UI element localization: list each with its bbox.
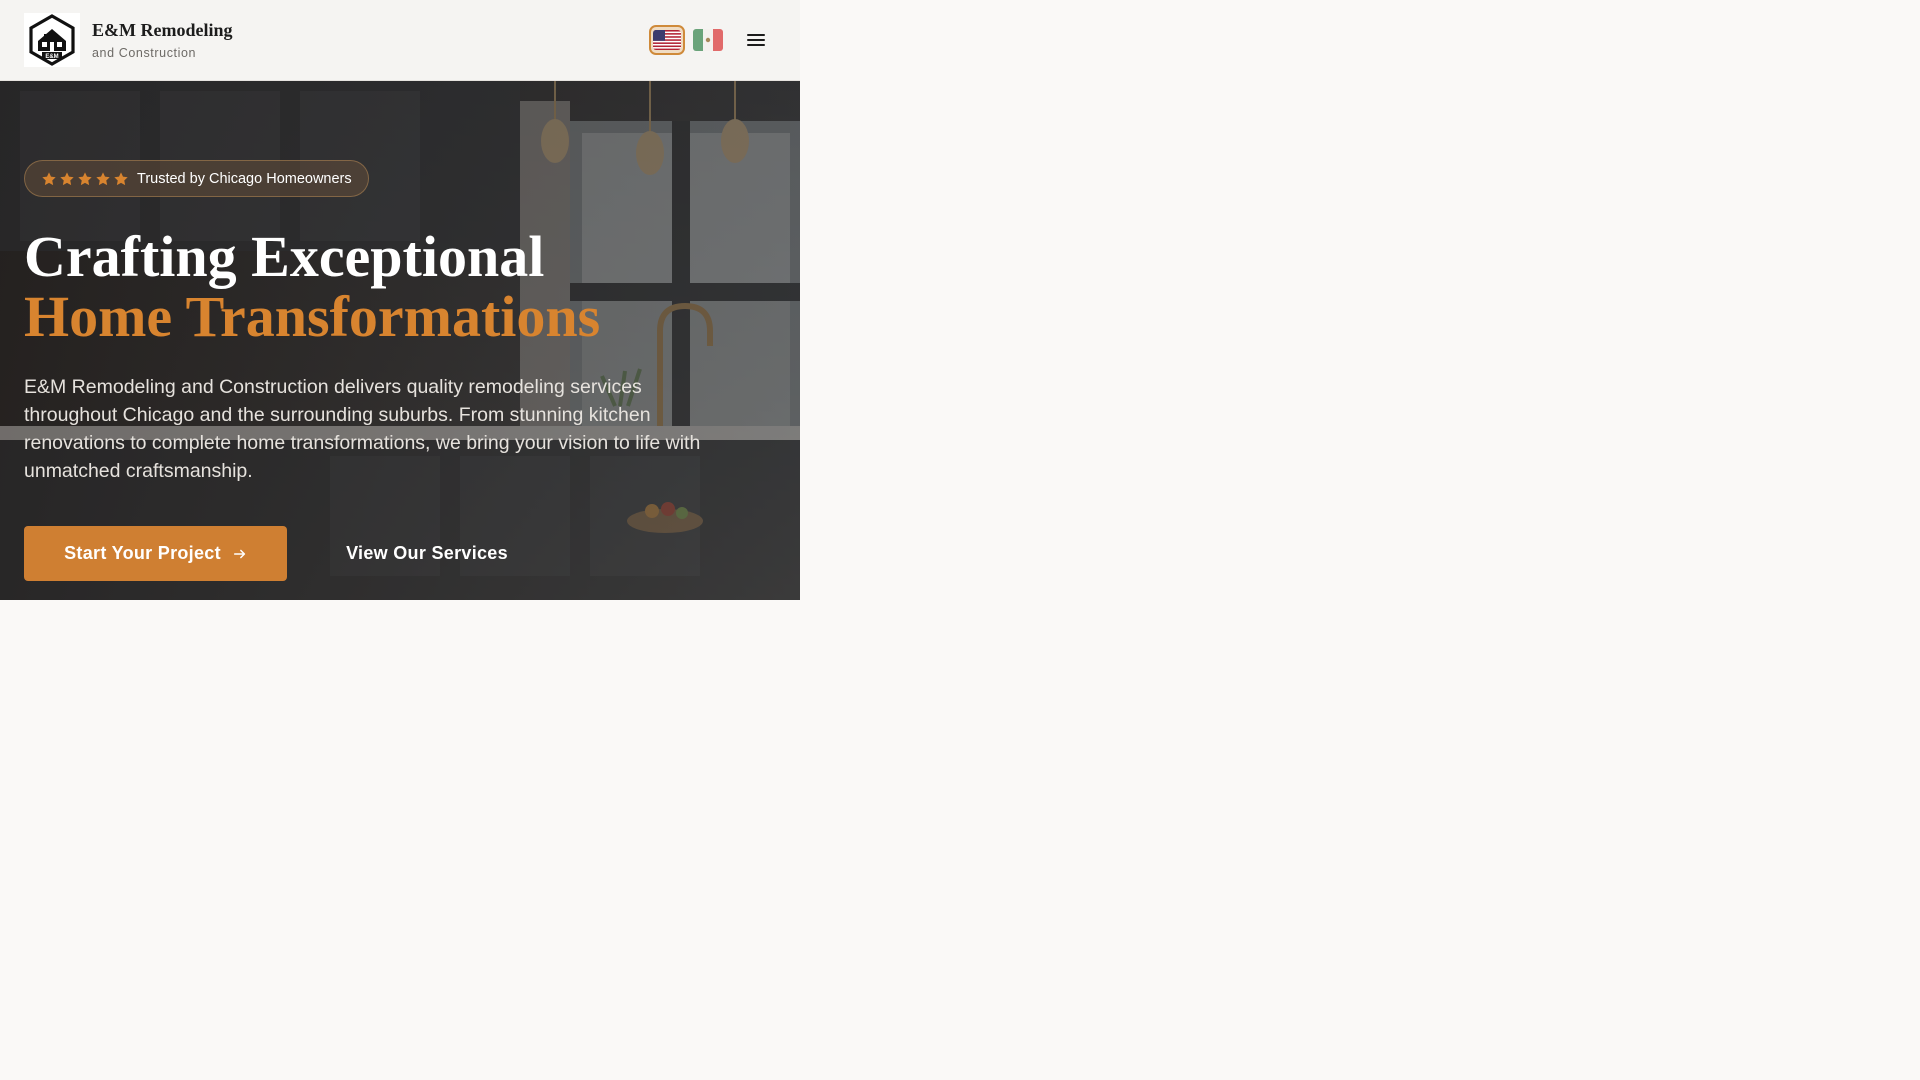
hero-description: E&M Remodeling and Construction delivers… [24, 376, 701, 482]
hero-section: Trusted by Chicago Homeowners Crafting E… [0, 81, 800, 600]
view-services-label: View Our Services [346, 543, 508, 563]
star-icon [114, 171, 128, 185]
star-rating [41, 171, 129, 187]
view-services-button[interactable]: View Our Services [330, 526, 524, 581]
page: E&M E&M Remodeling and Construction Trus… [0, 0, 800, 600]
site-header: E&M E&M Remodeling and Construction [0, 0, 800, 81]
star-icon [78, 171, 92, 185]
star-icon [60, 171, 74, 185]
arrow-right-icon [233, 549, 246, 558]
hamburger-menu-button[interactable] [742, 28, 770, 52]
hero-headline-line1: Crafting Exceptional [24, 224, 545, 289]
language-spanish-button[interactable] [690, 25, 726, 55]
logo[interactable]: E&M [24, 13, 80, 67]
us-flag-icon [653, 30, 681, 50]
star-icon [96, 171, 110, 185]
logo-text: E&M [45, 54, 58, 60]
hamburger-menu-icon [747, 34, 765, 46]
brand-tagline: and Construction [92, 46, 197, 60]
hero-headline-line2: Home Transformations [24, 284, 601, 349]
mexico-flag-icon [693, 29, 723, 51]
house-hexagon-logo-icon: E&M [29, 14, 75, 66]
rating-badge: Trusted by Chicago Homeowners [24, 160, 369, 197]
language-english-button[interactable] [649, 25, 685, 55]
start-project-label: Start Your Project [64, 543, 221, 563]
start-project-button[interactable]: Start Your Project [24, 526, 287, 581]
brand-name[interactable]: E&M Remodeling [92, 20, 232, 41]
star-icon [42, 171, 56, 185]
rating-text: Trusted by Chicago Homeowners [137, 170, 352, 187]
